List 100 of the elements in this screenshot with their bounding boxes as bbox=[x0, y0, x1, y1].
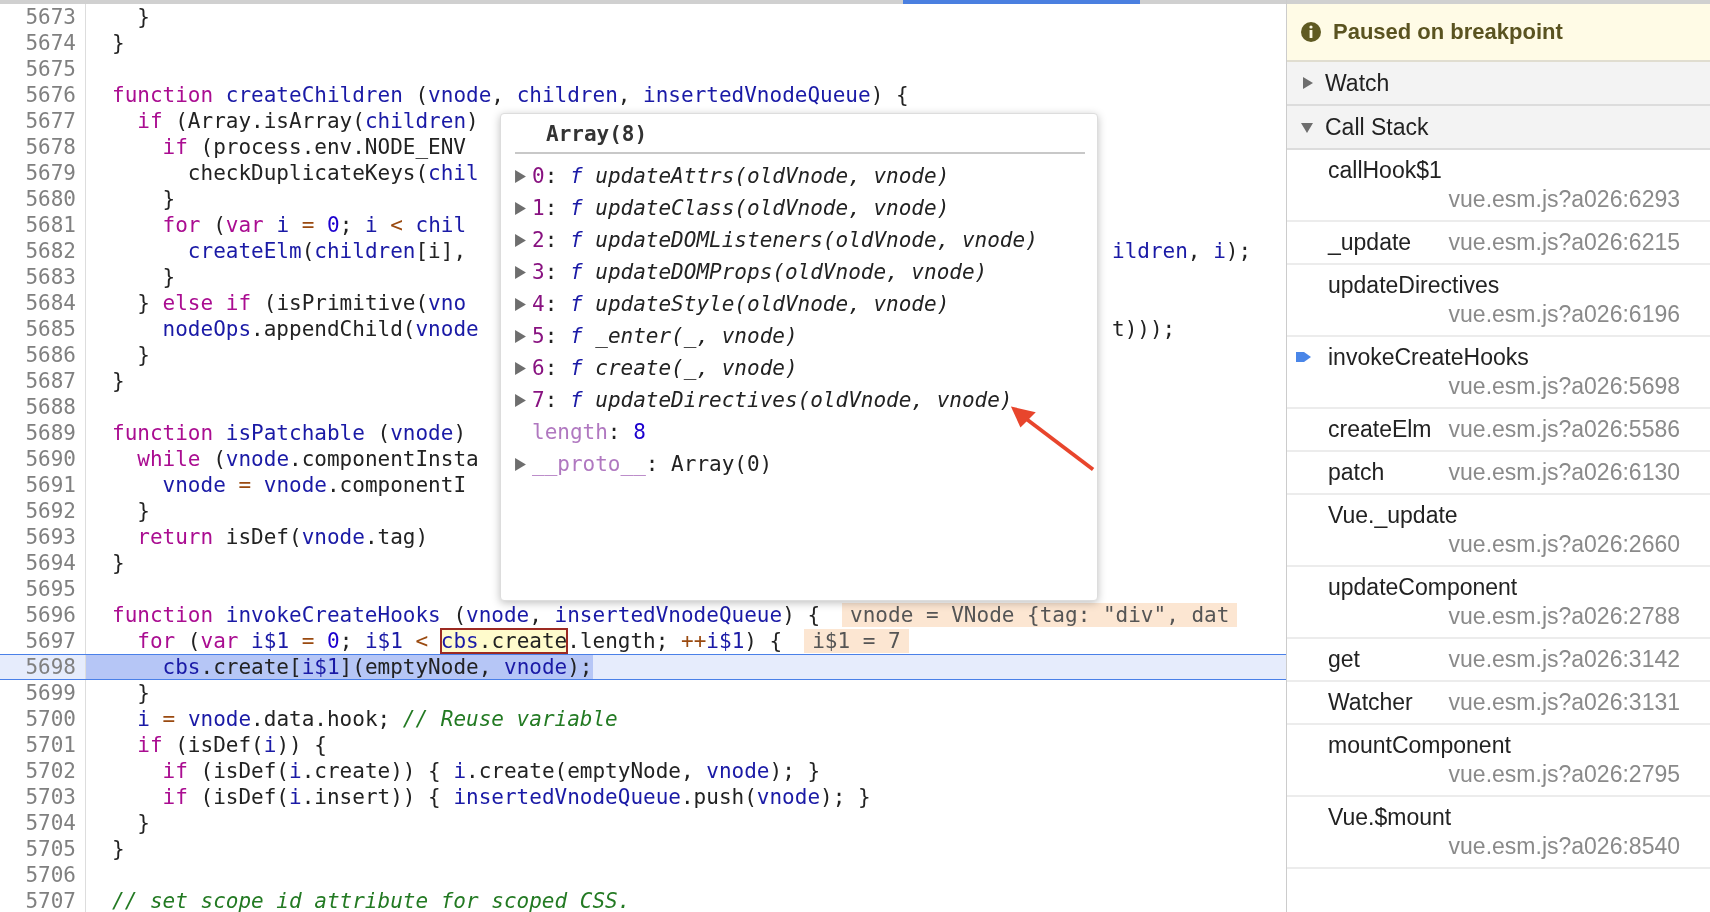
line-number: 5682 bbox=[0, 238, 86, 264]
line-number: 5677 bbox=[0, 108, 86, 134]
source-location: vue.esm.js?a026:6215 bbox=[1448, 228, 1680, 257]
function-name: _update bbox=[1328, 228, 1413, 257]
expand-triangle-icon[interactable] bbox=[515, 265, 526, 279]
line-number: 5686 bbox=[0, 342, 86, 368]
call-frame[interactable]: createElm vue.esm.js?a026:5586 bbox=[1287, 409, 1710, 452]
property-entry[interactable]: 0: f updateAttrs(oldVnode, vnode) bbox=[532, 164, 950, 188]
line-number: 5702 bbox=[0, 758, 86, 784]
expand-triangle-icon[interactable] bbox=[515, 169, 526, 183]
section-header[interactable]: Call Stack bbox=[1287, 106, 1710, 150]
section-header[interactable]: Watch bbox=[1287, 62, 1710, 106]
code-line: i = vnode.data.hook; // Reuse variable bbox=[136, 706, 618, 732]
code-line: if (Array.isArray(children) bbox=[136, 108, 479, 134]
expand-triangle-icon[interactable] bbox=[515, 393, 526, 407]
function-name: mountComponent bbox=[1328, 731, 1512, 760]
code-line: } bbox=[112, 30, 125, 56]
line-number: 5690 bbox=[0, 446, 86, 472]
property-entry[interactable]: __proto__: Array(0) bbox=[532, 452, 773, 476]
line-number: 5703 bbox=[0, 784, 86, 810]
line-number: 5678 bbox=[0, 134, 86, 160]
function-name: updateComponent bbox=[1328, 573, 1519, 602]
call-frame[interactable]: mountComponent vue.esm.js?a026:2795 bbox=[1287, 725, 1710, 797]
call-frame[interactable]: invokeCreateHooks vue.esm.js?a026:5698 bbox=[1287, 337, 1710, 409]
popover-title: Array(8) bbox=[545, 121, 648, 148]
line-number: 5676 bbox=[0, 82, 86, 108]
code-line: } bbox=[136, 810, 150, 836]
code-line: return isDef(vnode.tag) bbox=[136, 524, 429, 550]
code-line: } bbox=[161, 264, 176, 290]
call-frame[interactable]: patch vue.esm.js?a026:6130 bbox=[1287, 452, 1710, 495]
line-number: 5706 bbox=[0, 862, 86, 888]
property-entry[interactable]: 1: f updateClass(oldVnode, vnode) bbox=[532, 196, 950, 220]
line-number: 5688 bbox=[0, 394, 86, 420]
function-name: invokeCreateHooks bbox=[1328, 343, 1530, 372]
code-line: } bbox=[112, 368, 125, 394]
call-frame[interactable]: Vue.$mount vue.esm.js?a026:8540 bbox=[1287, 797, 1710, 869]
code-line: function createChildren (vnode, children, insertedVnodeQueue) { bbox=[112, 82, 909, 108]
function-name: patch bbox=[1328, 458, 1386, 487]
code-line: } bbox=[112, 550, 125, 576]
line-number: 5699 bbox=[0, 680, 86, 706]
line-number: 5687 bbox=[0, 368, 86, 394]
expand-triangle-icon[interactable] bbox=[515, 201, 526, 215]
function-name: callHook$1 bbox=[1328, 156, 1443, 185]
function-name: Watcher bbox=[1328, 688, 1414, 717]
property-entry[interactable]: 7: f updateDirectives(oldVnode, vnode) bbox=[532, 388, 1013, 412]
line-number: 5701 bbox=[0, 732, 86, 758]
call-frame[interactable]: updateDirectives vue.esm.js?a026:6196 bbox=[1287, 265, 1710, 337]
line-number: 5695 bbox=[0, 576, 86, 602]
call-frame[interactable]: callHook$1 vue.esm.js?a026:6293 bbox=[1287, 150, 1710, 222]
source-location: vue.esm.js?a026:2660 bbox=[1448, 530, 1680, 559]
call-frame[interactable]: get vue.esm.js?a026:3142 bbox=[1287, 639, 1710, 682]
code-line: if (isDef(i)) { bbox=[136, 732, 327, 758]
code-line: for (var i$1 = 0; i$1 < cbs.create.length; ++i$1) { bbox=[136, 628, 783, 654]
call-frame[interactable]: Vue._update vue.esm.js?a026:2660 bbox=[1287, 495, 1710, 567]
code-line: createElm(children[i], bbox=[186, 239, 467, 263]
code-line: while (vnode.componentInsta bbox=[136, 446, 479, 472]
expand-triangle-icon[interactable] bbox=[515, 457, 526, 471]
code-line: } bbox=[112, 836, 125, 862]
code-line: if (isDef(i.insert)) { insertedVnodeQueue.push(vnode); } bbox=[161, 784, 871, 810]
code-line: } bbox=[136, 498, 150, 524]
property-entry[interactable]: 3: f updateDOMProps(oldVnode, vnode) bbox=[532, 260, 988, 284]
function-name: Vue.$mount bbox=[1328, 803, 1453, 832]
expand-triangle-icon[interactable] bbox=[515, 361, 526, 375]
line-number: 5674 bbox=[0, 30, 86, 56]
property-entry[interactable]: length: 8 bbox=[532, 420, 646, 444]
inline-value: i$1 = 7 bbox=[804, 629, 909, 653]
code-line: checkDuplicateKeys(chil bbox=[186, 160, 479, 186]
code-line: function isPatchable (vnode) bbox=[112, 420, 467, 446]
property-entry[interactable]: 6: f create(_, vnode) bbox=[532, 356, 798, 380]
function-name: Vue._update bbox=[1328, 501, 1459, 530]
code-line: } else if (isPrimitive(vno bbox=[136, 290, 467, 316]
call-frame[interactable]: updateComponent vue.esm.js?a026:2788 bbox=[1287, 567, 1710, 639]
function-name: createElm bbox=[1328, 415, 1433, 444]
expand-triangle-icon[interactable] bbox=[515, 329, 526, 343]
code-line: vnode = vnode.componentI bbox=[161, 472, 467, 498]
line-number: 5707 bbox=[0, 888, 86, 912]
source-location: vue.esm.js?a026:6293 bbox=[1448, 185, 1680, 214]
line-number: 5673 bbox=[0, 4, 86, 30]
inline-value: vnode = VNode {tag: "div", dat bbox=[842, 603, 1238, 627]
property-entry[interactable]: 4: f updateStyle(oldVnode, vnode) bbox=[532, 292, 950, 316]
source-location: vue.esm.js?a026:6196 bbox=[1448, 300, 1680, 329]
source-location: vue.esm.js?a026:2788 bbox=[1448, 602, 1680, 631]
code-line: } bbox=[136, 680, 150, 706]
line-number: 5693 bbox=[0, 524, 86, 550]
line-number: 5675 bbox=[0, 56, 86, 82]
source-location: vue.esm.js?a026:2795 bbox=[1448, 760, 1680, 789]
source-location: vue.esm.js?a026:6130 bbox=[1448, 458, 1680, 487]
property-entry[interactable]: 5: f _enter(_, vnode) bbox=[532, 324, 798, 348]
line-number: 5689 bbox=[0, 420, 86, 446]
expand-triangle-icon[interactable] bbox=[515, 233, 526, 247]
line-number: 5692 bbox=[0, 498, 86, 524]
line-number: 5684 bbox=[0, 290, 86, 316]
call-frame[interactable]: _update vue.esm.js?a026:6215 bbox=[1287, 222, 1710, 265]
line-number: 5681 bbox=[0, 212, 86, 238]
expand-triangle-icon[interactable] bbox=[515, 297, 526, 311]
banner-text: Paused on breakpoint bbox=[1333, 19, 1563, 45]
property-entry[interactable]: 2: f updateDOMListeners(oldVnode, vnode) bbox=[532, 228, 1038, 252]
call-frame[interactable]: Watcher vue.esm.js?a026:3131 bbox=[1287, 682, 1710, 725]
line-number: 5679 bbox=[0, 160, 86, 186]
line-number: 5691 bbox=[0, 472, 86, 498]
